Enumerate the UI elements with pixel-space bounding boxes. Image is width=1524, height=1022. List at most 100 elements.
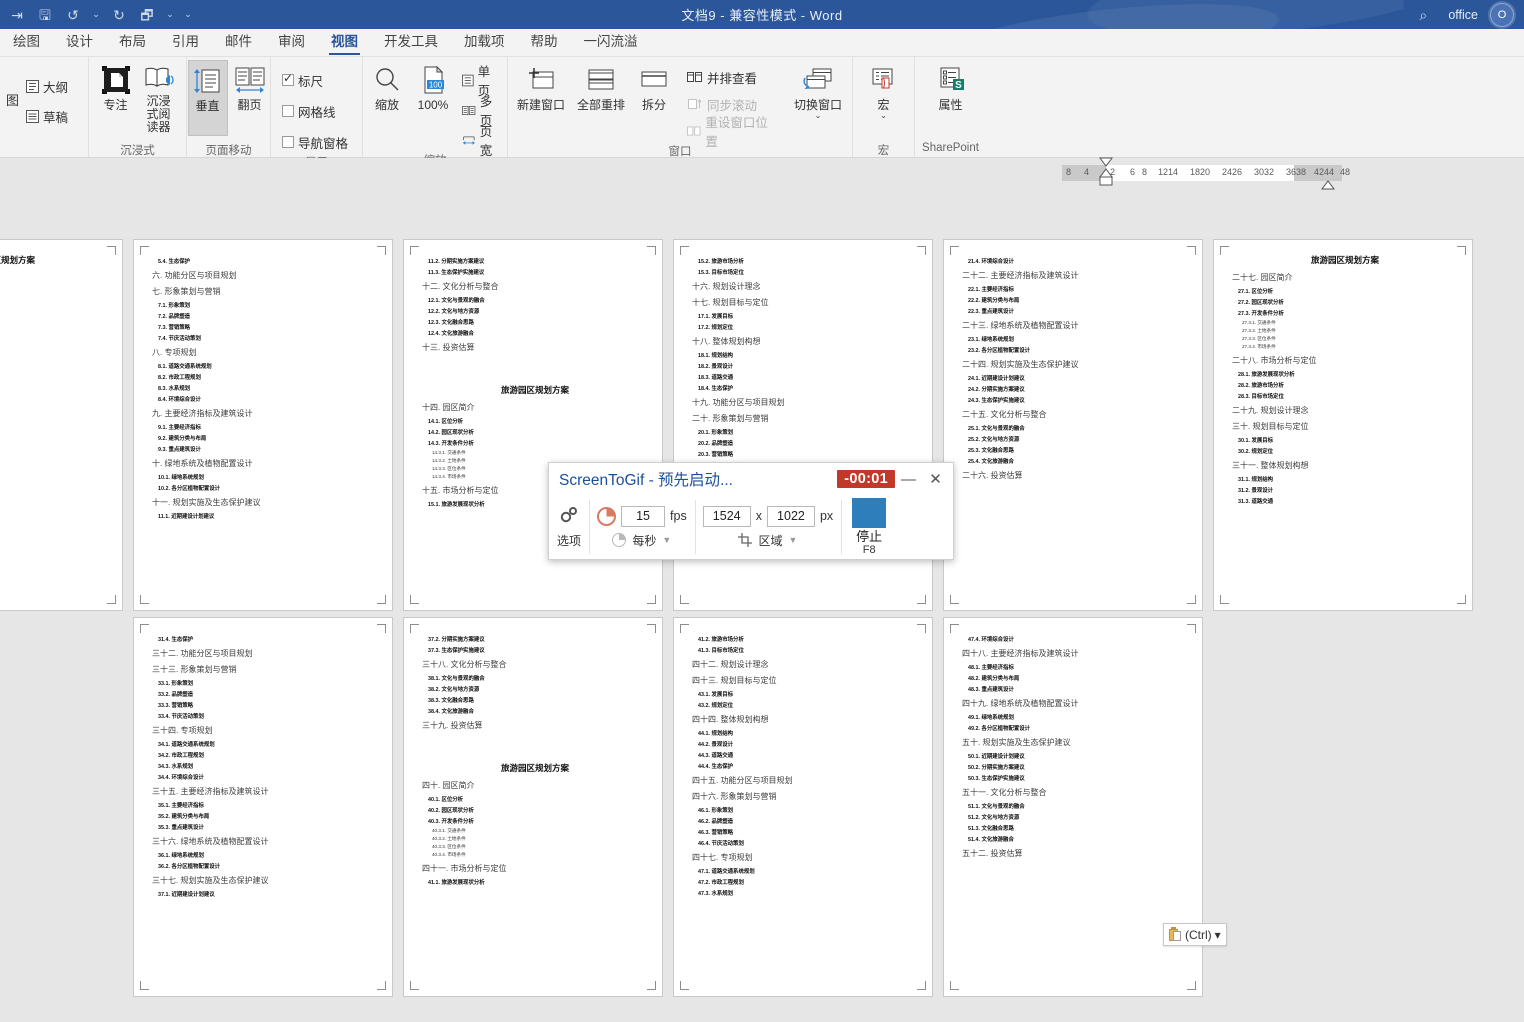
close-icon[interactable]: ✕ [922, 466, 949, 492]
document-canvas[interactable]: 旅游园区规划方案一. 园区简介1.1. 区位分析1.2. 园区现状分析1.3. … [0, 209, 1524, 1022]
doc-heading-1: 七. 形象策划与营销 [152, 287, 221, 296]
doc-heading-1: 二十七. 园区简介 [1232, 273, 1293, 282]
redo-icon[interactable]: ↻ [106, 3, 132, 27]
doc-blank-line [422, 357, 648, 364]
tab-layout[interactable]: 布局 [106, 30, 159, 56]
tab-addins[interactable]: 加载项 [451, 30, 518, 56]
focus-mode-button[interactable]: 专注 [96, 60, 136, 136]
new-window-button[interactable]: 新建窗口 [512, 60, 570, 136]
vertical-scroll-button[interactable]: 垂直 [187, 60, 228, 136]
screentogif-options-button[interactable]: 选项 [549, 495, 589, 559]
document-page[interactable]: 41.2. 旅游市场分析 41.3. 目标市场定位 四十二. 规划设计理念 四十三. … [673, 617, 933, 997]
tab-draw[interactable]: 绘图 [0, 30, 53, 56]
page-text[interactable]: 47.4. 环境综合设计 四十八. 主要经济指标及建筑设计 48.1. 主要经济指标… [962, 632, 1188, 863]
screentogif-interval-row[interactable]: 每秒 ▼ [612, 532, 671, 549]
horizontal-ruler[interactable]: 8 4 2 6 8 1214 1820 2426 3032 3638 4244 … [1062, 157, 1350, 190]
multiple-pages-button[interactable]: 多页 [459, 95, 503, 128]
page-text[interactable]: 旅游园区规划方案一. 园区简介 1.1. 区位分析 1.2. 园区现状分析 1.3. … [0, 254, 108, 517]
undo-icon[interactable]: ↺ [60, 3, 86, 27]
macros-caret[interactable]: ⌄ [880, 112, 887, 120]
document-page[interactable]: 5.4. 生态保护 六. 功能分区与项目规划 七. 形象策划与营销 7.1. 形象策划… [133, 239, 393, 611]
page-text[interactable]: 41.2. 旅游市场分析 41.3. 目标市场定位 四十二. 规划设计理念 四十三. … [692, 632, 918, 900]
immersive-reader-button[interactable]: 沉浸式阅读器 [138, 60, 180, 136]
document-page[interactable]: 21.4. 环境综合设计 二十二. 主要经济指标及建筑设计 22.1. 主要经济指标… [943, 239, 1203, 611]
sharepoint-properties-button[interactable]: S 属性 [931, 60, 971, 136]
page-text[interactable]: 31.4. 生态保护 三十二. 功能分区与项目规划 三十三. 形象策划与营销 33.1… [152, 632, 378, 901]
doc-heading-1: 四十八. 主要经济指标及建筑设计 [962, 649, 1079, 658]
doc-heading-title: 旅游园区规划方案 [0, 255, 35, 265]
page-text[interactable]: 37.2. 分期实施方案建议 37.3. 生态保护实施建议 三十八. 文化分析与整合… [422, 632, 648, 889]
quick-access-toolbar[interactable]: ⇥ 🖫 ↺ ⌄ ↻ 🗗 ⌄ ⌄ [0, 3, 196, 27]
macros-button[interactable]: 宏 ⌄ [864, 60, 904, 136]
gridlines-checkbox[interactable] [282, 105, 294, 117]
indent-markers[interactable] [1098, 157, 1116, 191]
minimize-icon[interactable]: — [895, 466, 922, 492]
page-text[interactable]: 21.4. 环境综合设计 二十二. 主要经济指标及建筑设计 22.1. 主要经济指标… [962, 254, 1188, 485]
navigation-pane-checkbox[interactable] [282, 136, 294, 148]
chevron-down-icon-paste[interactable]: ▾ [1215, 928, 1221, 942]
reset-window-position-button[interactable]: 重设窗口位置 [684, 116, 776, 149]
doc-heading-1: 十三. 投资估算 [422, 343, 475, 352]
screentogif-stop-button[interactable]: 停止 F8 [841, 495, 897, 559]
page-corner-mark [917, 595, 926, 604]
zoom-100-button[interactable]: 100 100% [409, 60, 457, 136]
tab-references[interactable]: 引用 [159, 30, 212, 56]
document-page[interactable]: 31.4. 生态保护 三十二. 功能分区与项目规划 三十三. 形象策划与营销 33.1… [133, 617, 393, 997]
repeat-icon[interactable]: 🗗 [134, 3, 160, 27]
width-input[interactable]: 1524 [702, 505, 751, 527]
draft-view-button[interactable]: 草稿 [23, 104, 71, 128]
outline-view-button[interactable]: 大纲 [23, 74, 71, 98]
doc-heading-2: 35.1. 主要经济指标 [158, 803, 204, 809]
height-input[interactable]: 1022 [766, 505, 815, 527]
view-side-by-side-button[interactable]: 并排查看 [684, 65, 776, 89]
fps-input[interactable]: 15 [621, 505, 666, 527]
switch-windows-button[interactable]: 切换窗口 ⌄ [788, 60, 848, 136]
page-text[interactable]: 5.4. 生态保护 六. 功能分区与项目规划 七. 形象策划与营销 7.1. 形象策划… [152, 254, 378, 523]
document-page[interactable]: 旅游园区规划方案一. 园区简介 1.1. 区位分析 1.2. 园区现状分析 1.3. … [0, 239, 123, 611]
autosave-toggle-icon[interactable]: ⇥ [4, 3, 30, 27]
right-indent-marker[interactable] [1320, 179, 1336, 191]
page-movement-caption: 页面移动 [205, 145, 252, 157]
document-page[interactable]: 37.2. 分期实施方案建议 37.3. 生态保护实施建议 三十八. 文化分析与整合… [403, 617, 663, 997]
document-page[interactable]: 旅游园区规划方案 二十七. 园区简介 27.1. 区位分析 27.2. 园区现状分析 2… [1213, 239, 1473, 611]
save-icon[interactable]: 🖫 [32, 3, 58, 27]
avatar[interactable]: O [1490, 2, 1514, 27]
ribbon-tabs[interactable]: 绘图 设计 布局 引用 邮件 审阅 视图 开发工具 加载项 帮助 一闪流溢 [0, 29, 1524, 57]
search-icon[interactable]: ⌕ [1410, 3, 1436, 27]
zoom-button[interactable]: 缩放 [367, 60, 407, 136]
chevron-down-icon-2[interactable]: ▼ [788, 535, 797, 545]
doc-heading-2: 30.2. 规划定位 [1238, 449, 1274, 455]
ruler-checkbox[interactable] [282, 71, 294, 86]
tab-view[interactable]: 视图 [318, 30, 371, 56]
repeat-dropdown-caret[interactable]: ⌄ [162, 3, 178, 27]
undo-dropdown-caret[interactable]: ⌄ [88, 3, 104, 27]
ruler-checkbox-row[interactable]: 标尺 [279, 68, 351, 92]
gridlines-checkbox-row[interactable]: 网格线 [279, 99, 351, 123]
tab-design[interactable]: 设计 [53, 30, 106, 56]
split-button[interactable]: 拆分 [632, 60, 676, 136]
doc-heading-1: 十四. 园区简介 [422, 403, 475, 412]
customize-qat-caret[interactable]: ⌄ [180, 3, 196, 27]
switch-windows-caret[interactable]: ⌄ [815, 112, 822, 120]
chevron-down-icon[interactable]: ▼ [662, 535, 671, 545]
one-page-button[interactable]: 单页 [459, 65, 503, 98]
side-to-side-button[interactable]: 翻页 [230, 60, 270, 136]
page-width-button[interactable]: 页宽 [459, 125, 503, 158]
views-group-clipped-label[interactable]: 图 [4, 66, 21, 109]
tab-yishanliuyi[interactable]: 一闪流溢 [571, 30, 651, 56]
tab-help[interactable]: 帮助 [518, 30, 571, 56]
screentogif-dialog[interactable]: ScreenToGif - 预先启动... -00:01 — ✕ 选项 15 f… [548, 462, 954, 560]
page-corner-mark [950, 981, 959, 990]
doc-heading-3: 1.3.4. 市场条件 [0, 344, 108, 350]
split-icon [638, 62, 670, 98]
tab-mailings[interactable]: 邮件 [212, 30, 265, 56]
arrange-all-button[interactable]: 全部重排 [572, 60, 630, 136]
screentogif-capture-mode-row[interactable]: 区域 ▼ [738, 532, 797, 549]
navigation-pane-checkbox-row[interactable]: 导航窗格 [279, 130, 351, 154]
tab-developer[interactable]: 开发工具 [371, 30, 451, 56]
page-text[interactable]: 旅游园区规划方案 二十七. 园区简介 27.1. 区位分析 27.2. 园区现状分析 2… [1232, 254, 1458, 508]
tab-review[interactable]: 审阅 [265, 30, 318, 56]
doc-heading-2: 12.3. 文化融合思路 [428, 320, 474, 326]
page-corner-mark [950, 246, 959, 255]
paste-options-button[interactable]: (Ctrl) ▾ [1163, 923, 1227, 946]
